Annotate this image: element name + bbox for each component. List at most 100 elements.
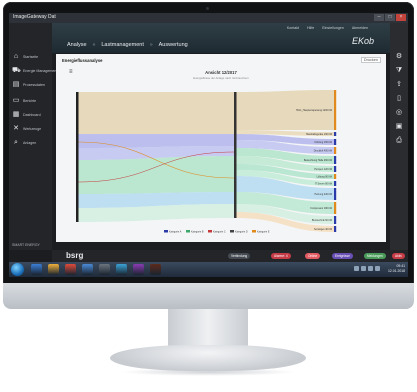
sankey-target-label: Beleuchtung Halle 260 kW (304, 159, 333, 162)
circle-icon[interactable]: ◎ (395, 109, 403, 117)
top-link-help[interactable]: Hilfe (307, 26, 314, 30)
volume-icon[interactable] (361, 266, 366, 271)
legend-swatch (230, 230, 234, 233)
document-icon: ▭ (12, 97, 20, 104)
sankey-target-label: Sonstiges 40 kW (314, 228, 333, 231)
legend-label: Kategorie C (213, 230, 226, 233)
legend-label: Kategorie A (169, 230, 182, 233)
top-link-logout[interactable]: Abmelden (352, 26, 368, 30)
sidebar-item-process[interactable]: ▤ Prozessdaten (9, 80, 52, 90)
system-tray (354, 266, 380, 271)
content-panel: Energieflussanalyse Drucken ≡ Ansicht 12… (56, 54, 386, 242)
start-button[interactable] (11, 263, 24, 276)
sankey-node (334, 166, 337, 172)
legend-label: Kategorie D (235, 230, 248, 233)
sankey-node (76, 92, 79, 222)
right-toolbar: ⚙ ⧩ ⇪ ▯ ◎ ▣ ⎙ (390, 23, 408, 250)
print-icon[interactable]: ⎙ (395, 137, 403, 145)
sidebar-item-dashboard[interactable]: ▦ Dashboard (9, 110, 52, 120)
taskbar-app-icon[interactable] (99, 264, 110, 275)
monitor-base (110, 345, 306, 371)
sankey-node (334, 216, 337, 224)
sankey-node (334, 202, 337, 214)
taskbar-app-icon[interactable] (48, 264, 59, 275)
sidebar-item-label: Startseite (23, 55, 39, 59)
sankey-target-label: HG/1_Haupteinspeisung 1200 kW (296, 109, 333, 112)
taskbar-app-icon[interactable] (82, 264, 93, 275)
sankey-node (334, 174, 337, 179)
window-controls: – □ × (374, 14, 406, 21)
taskbar-app-icon[interactable] (65, 264, 76, 275)
search-icon: ⌕ (14, 139, 18, 146)
nav-auswertung[interactable]: Auswertung (159, 42, 188, 48)
top-link-contact[interactable]: Kontakt (287, 26, 299, 30)
sankey-link (78, 134, 234, 148)
status-badge[interactable]: Verbindung (228, 253, 251, 259)
os-taskbar: 09:41 12.01.2018 (9, 262, 408, 277)
document-icon[interactable]: ▯ (395, 95, 403, 103)
chart-icon: ▤ (12, 81, 20, 88)
nav-lastmanagement[interactable]: Lastmanagement (101, 42, 144, 48)
sidebar: ⌂ Startseite ⛟ Energie Management ▤ Proz… (9, 23, 57, 250)
status-bar: bsrg Verbindung Alarme: 4 Online Ereigni… (52, 250, 408, 262)
battery-icon[interactable] (375, 266, 380, 271)
sankey-node (334, 226, 337, 232)
sankey-node (334, 132, 337, 136)
close-button[interactable]: × (396, 14, 406, 21)
webcam-dot (206, 7, 209, 10)
maximize-button[interactable]: □ (385, 14, 395, 21)
screen: ImageGateway Dat – □ × ⌂ Startseite ⛟ En… (9, 13, 408, 277)
share-icon[interactable]: ⇪ (395, 81, 403, 89)
sankey-target-label: Bürotechnik 60 kW (312, 219, 333, 222)
status-badge[interactable]: Aktiv (392, 253, 405, 259)
sidebar-item-reports[interactable]: ▭ Berichte (9, 96, 52, 106)
print-button[interactable]: Drucken (360, 57, 381, 63)
top-links: Kontakt Hilfe Einstellungen Abmelden (287, 26, 368, 30)
sankey-target-label: Heizung 240 kW (314, 193, 332, 196)
content-title: Energieflussanalyse (62, 58, 103, 63)
sidebar-item-energy[interactable]: ⛟ Energie Management (9, 66, 57, 76)
legend-label: Kategorie E (257, 230, 270, 233)
window-title: ImageGateway Dat (13, 14, 56, 20)
taskbar-app-icon[interactable] (133, 264, 144, 275)
sidebar-footer-logo: SMART ENERGY (12, 243, 40, 247)
sidebar-item-tools[interactable]: ✕ Werkzeuge (9, 124, 52, 134)
flag-icon[interactable] (368, 266, 373, 271)
status-badge[interactable]: Ereignisse (332, 253, 353, 259)
brand-logo: EKob (351, 36, 374, 46)
top-link-settings[interactable]: Einstellungen (322, 26, 344, 30)
grid-icon: ▦ (12, 111, 20, 118)
sankey-target-label: Lüftung 90 kW (317, 176, 333, 179)
sankey-link (78, 156, 234, 194)
nav-analyse[interactable]: Analyse (67, 42, 87, 48)
sankey-node (334, 147, 337, 154)
sidebar-item-label: Energie Management (23, 69, 58, 73)
status-badge[interactable]: Meldungen (364, 253, 386, 259)
monitor-neck (168, 309, 248, 349)
nav-separator: » (92, 42, 96, 48)
network-icon[interactable] (354, 266, 359, 271)
sankey-node (334, 90, 337, 130)
taskbar-app-icon[interactable] (31, 264, 42, 275)
sankey-target-label: Kompressor 180 kW (310, 207, 332, 210)
sankey-target-label: IT Server 80 kW (315, 183, 333, 186)
legend-swatch (252, 230, 256, 233)
sidebar-item-home[interactable]: ⌂ Startseite (9, 52, 52, 62)
truck-icon: ⛟ (12, 67, 21, 74)
sidebar-item-label: Werkzeuge (23, 127, 42, 131)
sidebar-item-assets[interactable]: ⌕ Anlagen (9, 138, 52, 148)
sankey-node (334, 156, 337, 164)
status-badge[interactable]: Alarme: 4 (271, 253, 291, 259)
settings-icon[interactable]: ⚙ (395, 53, 403, 61)
footer-logo: bsrg (66, 251, 84, 260)
taskbar-app-icon[interactable] (150, 264, 161, 275)
save-icon[interactable]: ▣ (395, 123, 403, 131)
filter-icon[interactable]: ⧩ (395, 67, 403, 75)
main-nav: Analyse » Lastmanagement » Auswertung (67, 42, 188, 48)
sidebar-item-label: Prozessdaten (23, 83, 45, 87)
status-badge[interactable]: Online (305, 253, 321, 259)
clock[interactable]: 09:41 12.01.2018 (388, 264, 405, 274)
chart-title: Ansicht 12/2017 (205, 70, 237, 75)
minimize-button[interactable]: – (374, 14, 384, 21)
taskbar-app-icon[interactable] (116, 264, 127, 275)
